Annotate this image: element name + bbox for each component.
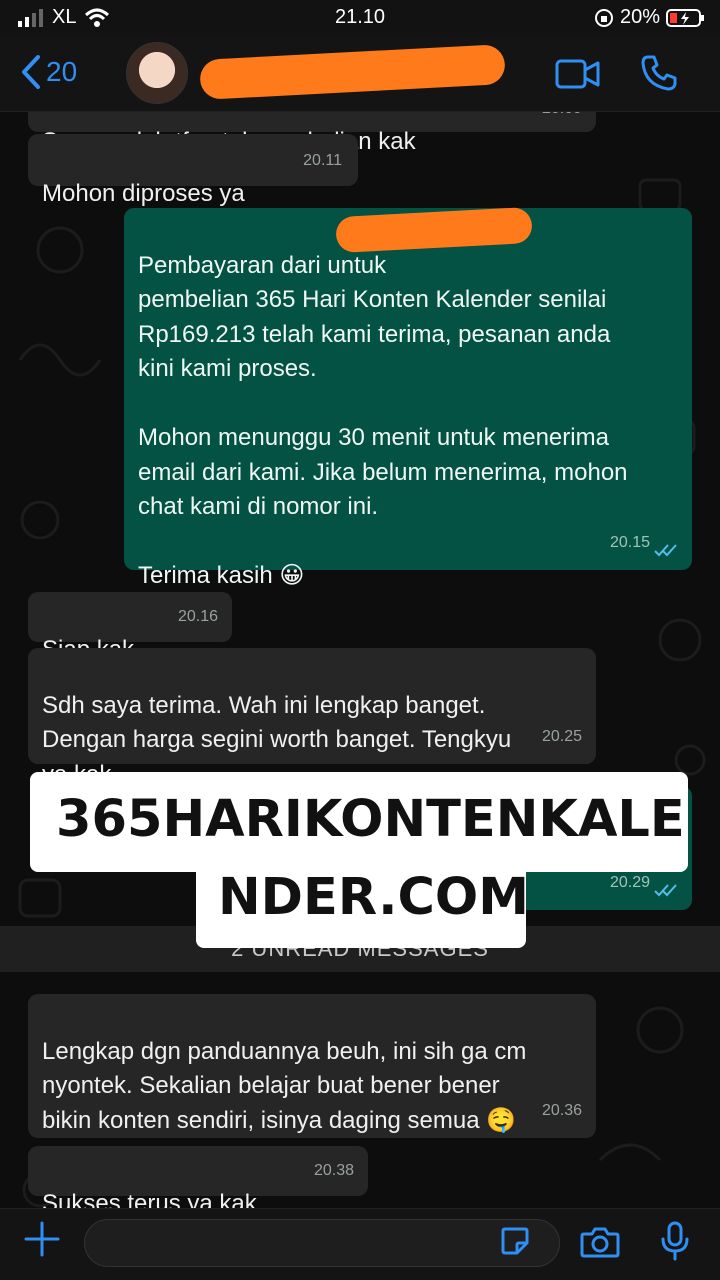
- message-bubble[interactable]: Sdh saya terima. Wah ini lengkap banget.…: [28, 648, 596, 788]
- message-input[interactable]: [84, 1219, 560, 1267]
- video-call-icon[interactable]: [555, 58, 601, 90]
- sticker-icon[interactable]: [499, 1225, 531, 1257]
- battery-icon: [666, 8, 704, 27]
- message-time: 20.11: [303, 151, 342, 169]
- read-receipt-icon: [654, 544, 677, 557]
- contact-info[interactable]: 1004: [199, 44, 506, 100]
- camera-icon[interactable]: [580, 1225, 620, 1259]
- unread-count: 20: [46, 56, 78, 87]
- message-time: 20.38: [313, 1161, 354, 1179]
- compose-bar: [0, 1208, 720, 1280]
- promo-banner-line1: 365HARIKONTENKALE: [30, 772, 688, 872]
- microphone-icon[interactable]: [660, 1221, 690, 1263]
- back-button-overlay[interactable]: 20: [20, 54, 77, 90]
- message-bubble[interactable]: Pembayaran dari untuk pembelian 365 Hari…: [124, 206, 692, 589]
- message-text: Pembayaran dari untuk pembelian 365 Hari…: [138, 251, 628, 590]
- message-bubble[interactable]: Mohon diproses ya 20.11: [28, 134, 358, 207]
- message-time: 20.16: [177, 607, 218, 625]
- phone-icon[interactable]: [640, 54, 678, 92]
- rotation-lock-icon: [594, 8, 613, 27]
- battery-percent: 20%: [619, 6, 660, 28]
- message-text: Lengkap dgn panduannya beuh, ini sih ga …: [42, 1037, 527, 1134]
- read-receipt-icon: [654, 884, 677, 897]
- message-bubble[interactable]: Siap kak 20.16: [28, 592, 232, 663]
- message-bubble[interactable]: Sukses terus ya kak 20.38: [28, 1146, 368, 1217]
- message-time: 20.25: [541, 727, 582, 745]
- contact-avatar[interactable]: [126, 42, 188, 104]
- redaction-mark: [335, 206, 533, 254]
- status-bar: XL 21.10 20%: [0, 0, 720, 36]
- promo-text-line1: 365HARIKONTENKALE: [56, 790, 685, 849]
- chevron-left-icon: [22, 55, 40, 89]
- message-text: Mohon diproses ya: [42, 179, 245, 207]
- chat-header-overlay: 20 1004: [0, 36, 720, 112]
- message-time: 20.15: [609, 533, 650, 551]
- message-bubble[interactable]: Lengkap dgn panduannya beuh, ini sih ga …: [28, 994, 596, 1138]
- redaction-mark: [199, 44, 506, 100]
- message-time: 20.36: [541, 1101, 582, 1119]
- plus-icon[interactable]: [22, 1219, 62, 1259]
- promo-text-line2: NDER.COM: [218, 868, 529, 927]
